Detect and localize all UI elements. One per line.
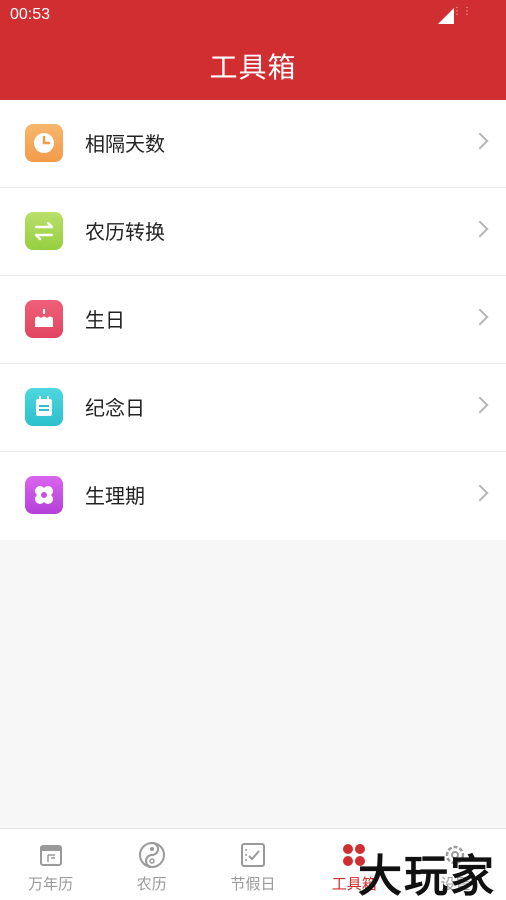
calendar-icon [37, 841, 65, 869]
tool-item-days-between[interactable]: 相隔天数 [0, 100, 506, 188]
tab-label: 万年历 [28, 875, 74, 893]
status-time: 00:53 [10, 6, 51, 23]
notepad-icon [25, 388, 63, 426]
tool-item-label: 相隔天数 [85, 132, 165, 156]
watermark: 大玩家 [336, 836, 506, 900]
watermark-text: 大玩家 [358, 851, 496, 900]
yinyang-icon [138, 841, 166, 869]
page-title: 工具箱 [209, 51, 297, 84]
status-bar: 00:53 ⋮⋮ [0, 0, 506, 32]
tool-item-label: 生理期 [85, 484, 145, 508]
chevron-right-icon [471, 396, 489, 414]
tab-label: 节假日 [230, 875, 276, 893]
tool-item-anniversary[interactable]: 纪念日 [0, 364, 506, 452]
tool-item-period[interactable]: 生理期 [0, 452, 506, 540]
tab-lunar[interactable]: 农历 [101, 829, 202, 900]
wifi-icon: ⋮⋮ [452, 6, 472, 17]
tool-item-label: 农历转换 [85, 220, 165, 244]
chevron-right-icon [471, 220, 489, 238]
chevron-right-icon [471, 484, 489, 502]
tool-list: 相隔天数 农历转换 生日 纪念日 生理期 [0, 100, 506, 540]
tool-item-label: 生日 [85, 308, 125, 332]
tool-item-lunar-convert[interactable]: 农历转换 [0, 188, 506, 276]
tab-calendar[interactable]: 万年历 [0, 829, 101, 900]
cake-icon [25, 300, 63, 338]
tool-item-birthday[interactable]: 生日 [0, 276, 506, 364]
swap-arrows-icon [25, 212, 63, 250]
chevron-right-icon [471, 308, 489, 326]
chevron-right-icon [471, 132, 489, 150]
tab-holidays[interactable]: 节假日 [202, 829, 303, 900]
tab-label: 农历 [136, 875, 167, 893]
tool-item-label: 纪念日 [85, 396, 145, 420]
page-title-bar: 工具箱 [0, 32, 506, 100]
checklist-icon [239, 841, 267, 869]
flower-icon [25, 476, 63, 514]
clock-icon [25, 124, 63, 162]
